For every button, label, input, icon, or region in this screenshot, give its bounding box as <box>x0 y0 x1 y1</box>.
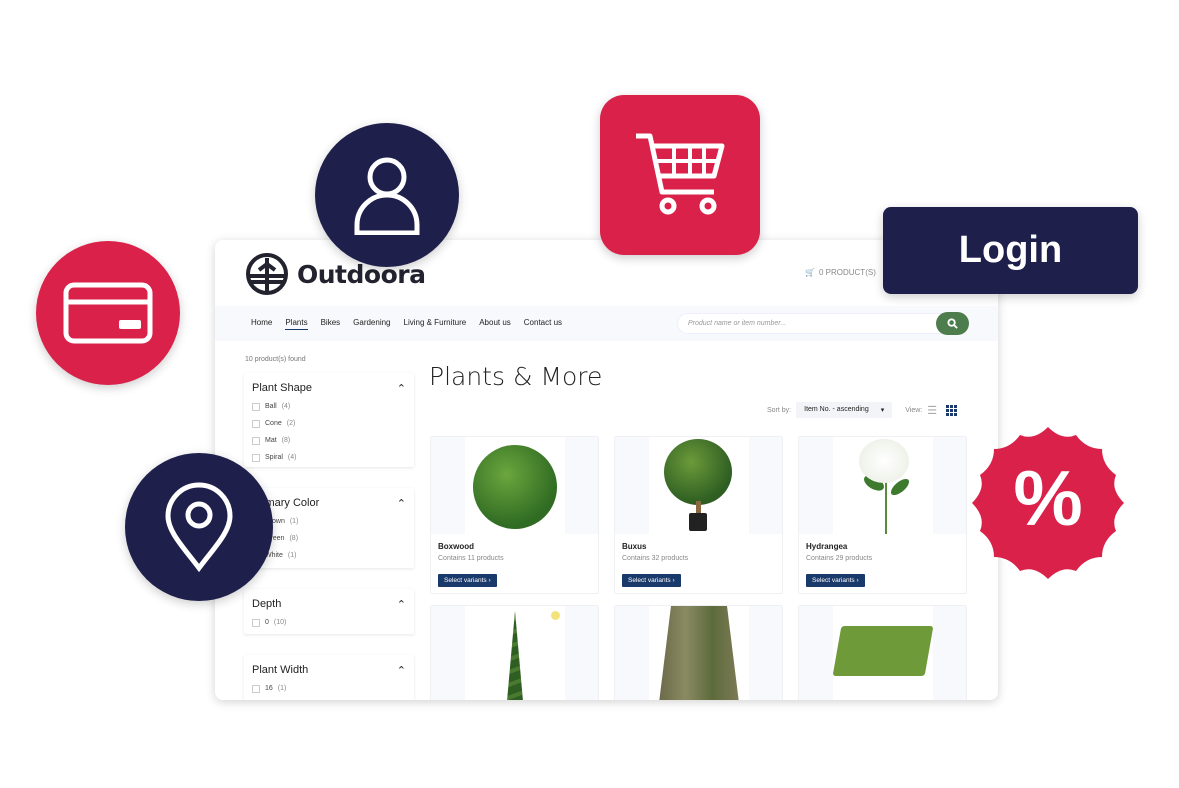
product-card[interactable]: Hydrangea Contains 29 products Select va… <box>798 436 967 594</box>
search-input[interactable]: Product name or item number... <box>677 313 967 334</box>
chevron-up-icon[interactable]: ⌃ <box>397 664 406 677</box>
cart-badge <box>600 95 760 255</box>
user-badge <box>315 123 459 267</box>
main-nav: Home Plants Bikes Gardening Living & Fur… <box>215 306 998 341</box>
chevron-up-icon[interactable]: ⌃ <box>397 598 406 611</box>
page-title: Plants & More <box>429 362 603 391</box>
sort-bar: Sort by: Item No. - ascending ▾ View: ☰ <box>767 402 958 418</box>
filter-option[interactable]: White (1) <box>252 547 406 564</box>
mini-cart[interactable]: 🛒 0 PRODUCT(S) <box>805 268 876 277</box>
product-card[interactable] <box>614 605 783 700</box>
location-badge <box>125 453 273 601</box>
percent-symbol: % <box>1013 454 1083 542</box>
search-icon <box>947 318 958 329</box>
product-count: Contains 32 products <box>622 555 689 562</box>
select-variants-button[interactable]: Select variants › <box>806 574 865 587</box>
product-card[interactable]: Boxwood Contains 11 products Select vari… <box>430 436 599 594</box>
caret-down-icon: ▾ <box>880 407 885 414</box>
results-count: 10 product(s) found <box>245 356 306 363</box>
facet-plant-width: Plant Width ⌃ 16 (1) <box>244 655 414 700</box>
filter-option[interactable]: Mat (8) <box>252 432 406 449</box>
filter-option[interactable]: Spiral (4) <box>252 449 406 466</box>
select-variants-button[interactable]: Select variants › <box>438 574 497 587</box>
badge-dot <box>551 611 560 620</box>
moss-mat-image <box>832 606 934 700</box>
facet-title: Plant Width <box>252 664 309 676</box>
nav-bikes[interactable]: Bikes <box>321 318 341 330</box>
product-card[interactable] <box>798 605 967 700</box>
filter-option[interactable]: Ball (4) <box>252 398 406 415</box>
view-label: View: <box>905 406 923 414</box>
facet-depth: Depth ⌃ 0 (10) <box>244 589 414 634</box>
product-name[interactable]: Hydrangea <box>806 542 847 551</box>
tree-logo-icon <box>246 253 288 295</box>
shop-window: Outdoora 🛒 0 PRODUCT(S) Home Plants Bikes… <box>215 240 998 700</box>
payment-badge <box>36 241 180 385</box>
search-button[interactable] <box>936 312 969 335</box>
filter-option[interactable]: Cone (2) <box>252 415 406 432</box>
product-image <box>465 437 565 534</box>
facet-title: Plant Shape <box>252 382 312 394</box>
filter-option[interactable]: 0 (10) <box>252 614 406 631</box>
bark-image <box>649 606 749 700</box>
product-count: Contains 29 products <box>806 555 873 562</box>
product-image <box>833 437 933 534</box>
chevron-up-icon[interactable]: ⌃ <box>397 497 406 510</box>
nav-home[interactable]: Home <box>251 318 272 330</box>
grid-view-icon[interactable] <box>946 404 958 416</box>
login-button[interactable]: Login <box>883 207 1138 294</box>
credit-card-icon <box>63 282 153 344</box>
product-card[interactable]: Buxus Contains 32 products Select varian… <box>614 436 783 594</box>
nav-contact-us[interactable]: Contact us <box>524 318 562 330</box>
select-variants-button[interactable]: Select variants › <box>622 574 681 587</box>
location-pin-icon <box>165 482 233 572</box>
filter-option[interactable]: 16 (1) <box>252 680 406 697</box>
nav-about-us[interactable]: About us <box>479 318 511 330</box>
facet-title: Depth <box>252 598 282 610</box>
product-count: Contains 11 products <box>438 555 504 562</box>
chevron-up-icon[interactable]: ⌃ <box>397 382 406 395</box>
product-name[interactable]: Buxus <box>622 542 646 551</box>
list-view-icon[interactable]: ☰ <box>927 404 937 417</box>
discount-badge: % <box>968 423 1128 583</box>
sort-select[interactable]: Item No. - ascending ▾ <box>796 402 893 418</box>
filter-option[interactable]: Brown (1) <box>252 513 406 530</box>
nav-gardening[interactable]: Gardening <box>353 318 390 330</box>
product-name[interactable]: Boxwood <box>438 542 474 551</box>
spiral-plant-image <box>465 606 565 700</box>
user-icon <box>354 157 420 235</box>
product-image <box>649 437 749 534</box>
cart-icon: 🛒 <box>805 268 815 277</box>
shopping-cart-icon <box>636 133 725 215</box>
product-card[interactable] <box>430 605 599 700</box>
nav-living-furniture[interactable]: Living & Furniture <box>404 318 467 330</box>
sort-label: Sort by: <box>767 406 792 414</box>
cart-count: 0 PRODUCT(S) <box>818 268 876 277</box>
facet-plant-shape: Plant Shape ⌃ Ball (4) Cone (2) Mat (8) Spir… <box>244 373 414 467</box>
filter-option[interactable]: Green (8) <box>252 530 406 547</box>
nav-plants[interactable]: Plants <box>285 318 308 330</box>
